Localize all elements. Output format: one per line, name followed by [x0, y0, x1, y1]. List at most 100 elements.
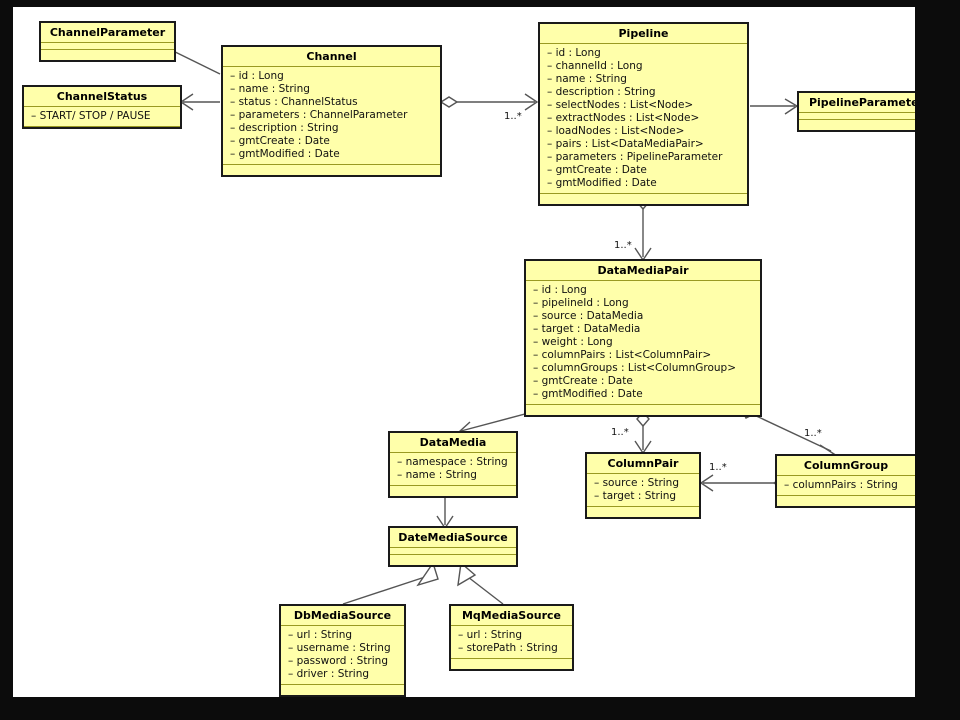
attribute-row: – selectNodes : List<Node> [547, 99, 694, 111]
class-db-media-source[interactable]: DbMediaSource – url : String – username … [279, 604, 406, 697]
attribute-row: – target : DataMedia [533, 323, 641, 335]
class-attributes [41, 43, 174, 50]
attribute-row: – pairs : List<DataMediaPair> [547, 138, 704, 150]
attribute-row: – name : String [547, 73, 627, 85]
class-operations [777, 496, 915, 506]
attribute-row: – id : Long [230, 70, 284, 82]
class-data-media[interactable]: DataMedia – namespace : String – name : … [388, 431, 518, 498]
class-pipeline[interactable]: Pipeline – id : Long – channelId : Long … [538, 22, 749, 206]
class-name: DateMediaSource [390, 528, 516, 548]
attribute-row: – url : String [288, 629, 353, 641]
attribute-row: – parameters : PipelineParameter [547, 151, 723, 163]
class-column-pair[interactable]: ColumnPair – source : String – target : … [585, 452, 701, 519]
attribute-row: – target : String [594, 490, 677, 502]
attribute-row: – id : Long [533, 284, 587, 296]
class-operations [390, 486, 516, 496]
class-pipeline-parameter[interactable]: PipelineParameter [797, 91, 915, 132]
connector-pipeline-pipelineparameter [750, 98, 799, 115]
class-attributes: – columnPairs : String [777, 476, 915, 496]
multiplicity-datamediapair-columngroup: 1..* [804, 428, 822, 439]
attribute-row: – status : ChannelStatus [230, 96, 358, 108]
class-name: DataMediaPair [526, 261, 760, 281]
connector-dbmediasource-datemediasource [342, 561, 439, 605]
attribute-row: – source : DataMedia [533, 310, 644, 322]
attribute-row: – source : String [594, 477, 680, 489]
attribute-row: – channelId : Long [547, 60, 643, 72]
class-operations [799, 120, 915, 130]
class-name: Pipeline [540, 24, 747, 44]
connector-datamedia-datemediasource [436, 495, 454, 530]
connector-channel-channelstatus [179, 93, 220, 111]
connector-datamediapair-columnpair [634, 410, 652, 455]
class-name: ChannelStatus [24, 87, 180, 107]
multiplicity-channel-pipeline: 1..* [504, 111, 522, 122]
diagram-canvas: ChannelParameter ChannelStatus – START/ … [13, 7, 915, 697]
class-attributes: – source : String – target : String [587, 474, 699, 507]
connector-mqmediasource-datemediasource [457, 561, 504, 605]
class-operations [526, 405, 760, 415]
attribute-row: – name : String [230, 83, 310, 95]
attribute-row: – gmtModified : Date [230, 148, 340, 160]
attribute-row: – extractNodes : List<Node> [547, 112, 700, 124]
connector-channel-pipeline [439, 93, 539, 111]
class-name: DataMedia [390, 433, 516, 453]
class-attributes: – id : Long – pipelineId : Long – source… [526, 281, 760, 405]
attribute-row: – START/ STOP / PAUSE [31, 110, 151, 122]
class-name: MqMediaSource [451, 606, 572, 626]
class-operations [587, 507, 699, 517]
class-name: ColumnGroup [777, 456, 915, 476]
class-operations [540, 194, 747, 204]
attribute-row: – loadNodes : List<Node> [547, 125, 685, 137]
class-attributes: – url : String – username : String – pas… [281, 626, 404, 685]
attribute-row: – name : String [397, 469, 477, 481]
class-attributes [390, 548, 516, 555]
class-operations [451, 659, 572, 669]
attribute-row: – namespace : String [397, 456, 508, 468]
attribute-row: – description : String [547, 86, 656, 98]
class-attributes: – START/ STOP / PAUSE [24, 107, 180, 127]
multiplicity-pipeline-datamediapair: 1..* [614, 240, 632, 251]
class-name: ColumnPair [587, 454, 699, 474]
attribute-row: – username : String [288, 642, 391, 654]
attribute-row: – driver : String [288, 668, 370, 680]
multiplicity-datamediapair-columnpair: 1..* [611, 427, 629, 438]
attribute-row: – gmtCreate : Date [547, 164, 647, 176]
class-operations [223, 165, 440, 175]
class-operations [41, 50, 174, 60]
class-operations [281, 685, 404, 695]
multiplicity-columngroup-columnpair: 1..* [709, 462, 727, 473]
uml-class-diagram: ChannelParameter ChannelStatus – START/ … [13, 7, 915, 697]
attribute-row: – weight : Long [533, 336, 613, 348]
class-name: Channel [223, 47, 440, 67]
attribute-row: – gmtCreate : Date [533, 375, 633, 387]
attribute-row: – parameters : ChannelParameter [230, 109, 408, 121]
class-data-media-pair[interactable]: DataMediaPair – id : Long – pipelineId :… [524, 259, 762, 417]
class-operations [390, 555, 516, 565]
class-attributes: – id : Long – name : String – status : C… [223, 67, 440, 165]
attribute-row: – description : String [230, 122, 339, 134]
attribute-row: – columnPairs : String [784, 479, 898, 491]
class-name: PipelineParameter [799, 93, 915, 113]
class-channel[interactable]: Channel – id : Long – name : String – st… [221, 45, 442, 177]
class-column-group[interactable]: ColumnGroup – columnPairs : String [775, 454, 915, 508]
diagram-frame: ChannelParameter ChannelStatus – START/ … [0, 0, 960, 720]
attribute-row: – pipelineId : Long [533, 297, 629, 309]
attribute-row: – gmtModified : Date [533, 388, 643, 400]
attribute-row: – gmtModified : Date [547, 177, 657, 189]
class-channel-status[interactable]: ChannelStatus – START/ STOP / PAUSE [22, 85, 182, 129]
attribute-row: – password : String [288, 655, 388, 667]
attribute-row: – columnGroups : List<ColumnGroup> [533, 362, 737, 374]
attribute-row: – id : Long [547, 47, 601, 59]
class-attributes: – url : String – storePath : String [451, 626, 572, 659]
attribute-row: – gmtCreate : Date [230, 135, 330, 147]
class-attributes: – id : Long – channelId : Long – name : … [540, 44, 747, 194]
class-attributes: – namespace : String – name : String [390, 453, 516, 486]
class-channel-parameter[interactable]: ChannelParameter [39, 21, 176, 62]
class-date-media-source[interactable]: DateMediaSource [388, 526, 518, 567]
class-attributes [799, 113, 915, 120]
attribute-row: – url : String [458, 629, 523, 641]
class-mq-media-source[interactable]: MqMediaSource – url : String – storePath… [449, 604, 574, 671]
class-name: DbMediaSource [281, 606, 404, 626]
attribute-row: – columnPairs : List<ColumnPair> [533, 349, 712, 361]
attribute-row: – storePath : String [458, 642, 558, 654]
